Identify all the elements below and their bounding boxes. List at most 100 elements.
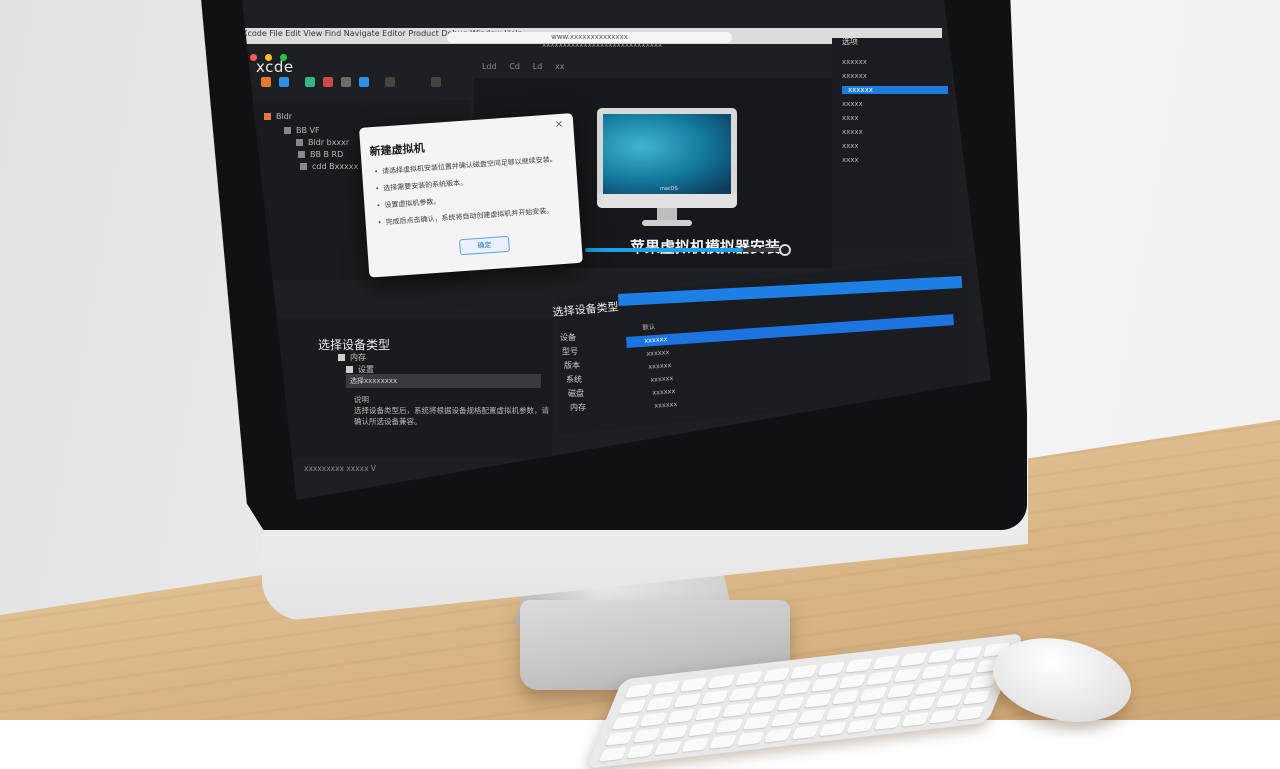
- confirm-button[interactable]: 确定: [459, 235, 511, 256]
- stop-icon[interactable]: [323, 77, 333, 87]
- keyboard-key: [653, 740, 682, 756]
- imac-base: [642, 220, 692, 226]
- keyboard-key: [831, 689, 860, 705]
- device-field-label: 型号: [562, 347, 578, 356]
- device-row-label: xxxxxx: [652, 387, 676, 397]
- keyboard-key: [817, 661, 846, 676]
- file-icon: [298, 151, 305, 158]
- panel-toggle-icon[interactable]: [431, 77, 441, 87]
- window-title: xxxxxxxxxxxxxxxxxxxxxxxxxxxxx: [542, 41, 663, 49]
- inspector-item[interactable]: xxxxxx: [842, 86, 948, 94]
- diamond-icon[interactable]: [279, 77, 289, 87]
- inspector-item[interactable]: xxxxxx: [842, 72, 867, 80]
- keyboard-key: [865, 670, 894, 686]
- keyboard-key: [928, 709, 957, 724]
- keyboard-key: [899, 651, 928, 667]
- keyboard-key: [611, 715, 640, 730]
- status-footer: xxxxxxxxx xxxxx V: [304, 464, 377, 473]
- device-row-label: 默认: [642, 322, 656, 332]
- navigator-item[interactable]: BB VF: [284, 126, 320, 135]
- editor-tab[interactable]: Ld: [533, 62, 543, 71]
- inspector-item[interactable]: xxxxx: [842, 128, 863, 136]
- keyboard-key: [645, 696, 674, 711]
- navigator-item[interactable]: Bldr: [264, 112, 292, 121]
- keyboard-key: [859, 686, 888, 702]
- keyboard-key: [755, 683, 784, 699]
- keyboard-key: [954, 645, 983, 661]
- keyboard-key: [927, 648, 956, 664]
- device-field-label: 内存: [570, 403, 586, 412]
- keyboard-key: [618, 699, 647, 715]
- description-title: 说明: [354, 395, 369, 404]
- install-progress-fill: [585, 248, 743, 252]
- keyboard-key: [825, 705, 854, 721]
- keyboard-key: [639, 712, 668, 727]
- keyboard-key: [708, 734, 737, 749]
- editor-tab[interactable]: Ldd: [482, 62, 497, 71]
- keyboard-key: [626, 743, 655, 759]
- keyboard-key: [605, 731, 634, 746]
- inspector-item[interactable]: xxxx: [842, 142, 859, 150]
- checkbox-icon: [346, 366, 353, 373]
- keyboard-key: [666, 708, 695, 724]
- arrow-icon[interactable]: [359, 77, 369, 87]
- device-field-label: 磁盘: [568, 389, 584, 398]
- keyboard-key: [962, 689, 991, 705]
- keyboard-key: [679, 677, 708, 692]
- keyboard-key: [734, 670, 763, 686]
- inspector-item[interactable]: xxxx: [842, 156, 859, 164]
- keyboard-key: [736, 731, 765, 746]
- inspector-item[interactable]: xxxxxx: [842, 58, 867, 66]
- file-icon: [300, 163, 307, 170]
- keyboard-key: [810, 677, 839, 692]
- keyboard-key: [728, 686, 757, 702]
- keyboard-key: [852, 702, 881, 718]
- scheme-icon[interactable]: [305, 77, 315, 87]
- progress-slider-handle[interactable]: [779, 244, 791, 256]
- keyboard-key: [632, 728, 661, 743]
- device-row-label: xxxxxx: [646, 348, 670, 358]
- device-row-label: xxxxxx: [650, 374, 674, 384]
- keyboard-key: [694, 705, 723, 721]
- keyboard-key: [901, 712, 930, 727]
- app-logo: xcde: [256, 58, 294, 76]
- memory-option[interactable]: 内存: [338, 352, 366, 363]
- library-icon[interactable]: [385, 77, 395, 87]
- keyboard-key: [763, 728, 792, 743]
- device-select[interactable]: 选择xxxxxxxx: [346, 374, 541, 388]
- file-icon: [296, 139, 303, 146]
- keyboard-key: [893, 667, 922, 683]
- keyboard-key: [770, 712, 799, 727]
- navigator-item[interactable]: cdd Bxxxxx: [300, 162, 358, 171]
- keyboard-key: [681, 737, 710, 753]
- keyboard-key: [956, 705, 985, 721]
- imac-chin: [597, 194, 737, 208]
- keyboard-key: [880, 699, 909, 715]
- keyboard-key: [872, 655, 901, 670]
- dialog-instructions: 请选择虚拟机安装位置并确认磁盘空间足够以继续安装。 选择需要安装的系统版本。 设…: [374, 154, 568, 235]
- keyboard-key: [721, 702, 750, 718]
- inspector-title: 选项: [842, 37, 858, 46]
- inspector-item[interactable]: xxxxx: [842, 100, 863, 108]
- run-icon[interactable]: [261, 77, 271, 87]
- new-vm-dialog: 新建虚拟机 × 请选择虚拟机安装位置并确认磁盘空间足够以继续安装。 选择需要安装…: [359, 113, 583, 278]
- device-description: 说明 选择设备类型后，系统将根据设备规格配置虚拟机参数，请确认所选设备兼容。: [354, 394, 549, 427]
- inspector-item[interactable]: xxxx: [842, 114, 859, 122]
- device-icon[interactable]: [341, 77, 351, 87]
- navigator-item[interactable]: BB B RD: [298, 150, 343, 159]
- device-type-heading: 选择设备类型: [318, 338, 391, 352]
- keyboard-key: [838, 674, 867, 689]
- keyboard-key: [660, 724, 689, 740]
- keyboard-key: [791, 724, 820, 740]
- navigator-item[interactable]: Bldr bxxxr: [296, 138, 349, 147]
- device-settings-panel: [272, 318, 552, 458]
- device-field-label: 系统: [566, 375, 582, 384]
- keyboard-key: [907, 696, 936, 711]
- close-icon[interactable]: ×: [554, 119, 563, 131]
- keyboard-key: [844, 658, 873, 673]
- keyboard-key: [886, 683, 915, 699]
- editor-tab[interactable]: Cd: [509, 62, 520, 71]
- editor-tab[interactable]: xx: [555, 62, 564, 71]
- keyboard-key: [789, 664, 818, 680]
- keyboard-key: [914, 680, 943, 696]
